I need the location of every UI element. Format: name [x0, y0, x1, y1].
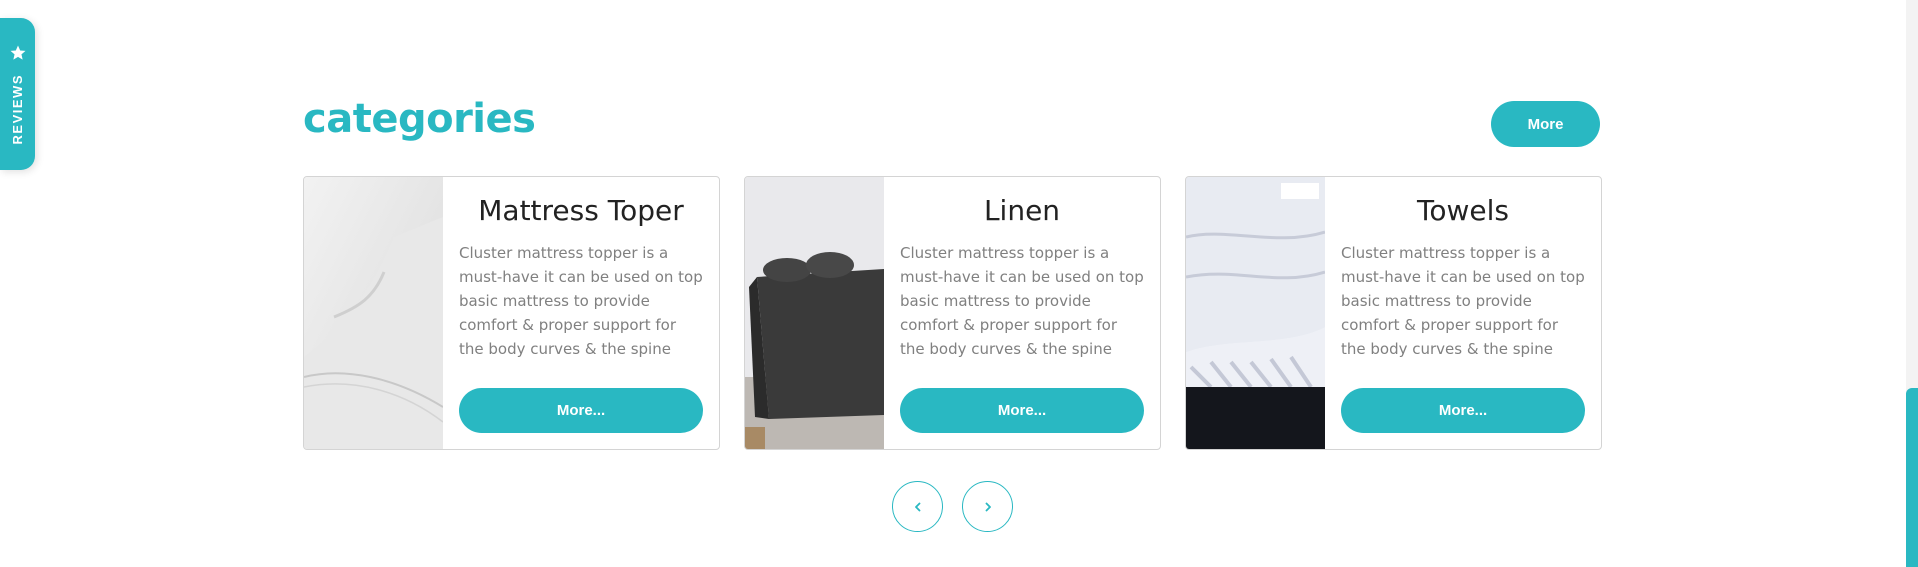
reviews-tab[interactable]: REVIEWS [0, 18, 35, 170]
card-more-button[interactable]: More... [900, 388, 1144, 433]
card-title: Towels [1417, 194, 1509, 227]
carousel-prev-button[interactable] [892, 481, 943, 532]
carousel-next-button[interactable] [962, 481, 1013, 532]
linen-image [745, 177, 884, 449]
category-card-towels: Towels Cluster mattress topper is a must… [1185, 176, 1602, 450]
scrollbar-thumb[interactable] [1906, 388, 1918, 567]
chevron-left-icon [914, 502, 920, 511]
mattress-topper-image [304, 177, 443, 449]
card-more-button[interactable]: More... [1341, 388, 1585, 433]
category-card-mattress-toper: Mattress Toper Cluster mattress topper i… [303, 176, 720, 450]
card-description: Cluster mattress topper is a must-have i… [1341, 244, 1585, 359]
more-categories-button[interactable]: More [1491, 101, 1600, 147]
category-card-linen: Linen Cluster mattress topper is a must-… [744, 176, 1161, 450]
towels-image [1186, 177, 1325, 449]
card-description: Cluster mattress topper is a must-have i… [900, 244, 1144, 359]
card-more-button[interactable]: More... [459, 388, 703, 433]
card-title: Mattress Toper [478, 194, 684, 227]
star-icon [10, 45, 25, 60]
section-title: categories [303, 96, 536, 142]
category-cards: Mattress Toper Cluster mattress topper i… [303, 176, 1602, 450]
card-description: Cluster mattress topper is a must-have i… [459, 244, 703, 359]
reviews-tab-label: REVIEWS [10, 73, 25, 145]
card-title: Linen [983, 194, 1061, 227]
chevron-right-icon [985, 502, 991, 511]
